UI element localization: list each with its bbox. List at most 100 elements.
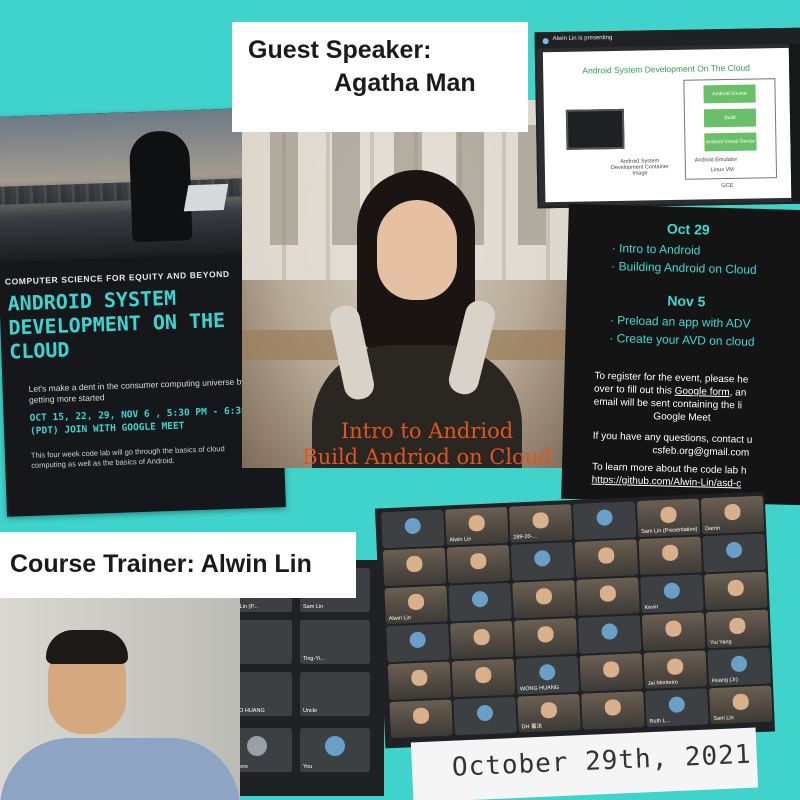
participant-avatar-icon — [409, 631, 427, 649]
participant-avatar-icon — [725, 541, 743, 559]
presenting-bar: Alwin Lin is presenting — [536, 29, 800, 49]
monitor-icon — [565, 108, 625, 150]
nov-item-2: · Create your AVD on cloud — [609, 331, 755, 349]
participant-tile — [704, 571, 768, 611]
participant-avatar-icon — [665, 620, 682, 638]
participant-tile — [450, 620, 514, 660]
trainer-label-text: Course Trainer: Alwin Lin — [10, 550, 312, 578]
topic-caption: Intro to Andriod Build Andriod on Cloud — [262, 418, 592, 470]
register-line-4: Google Meet — [653, 411, 711, 424]
participant-avatar-icon — [473, 628, 490, 646]
oct-heading: Oct 29 — [666, 220, 710, 238]
slide-title: Android System Development On The Cloud — [582, 62, 751, 76]
nov-item-1: · Preload an app with ADV — [609, 313, 751, 331]
participant-avatar-icon — [668, 696, 686, 713]
participant-tile: 289-20-... — [508, 504, 573, 543]
github-link[interactable]: https://github.com/Alwin-Lin/asd-c — [592, 474, 742, 491]
participant-avatar-icon — [597, 547, 615, 564]
participant-tile: Jai Monteiro — [643, 650, 708, 690]
linux-vm-label: Linux VM — [710, 166, 734, 174]
participant-name: Sam Lin (Presentation) — [641, 526, 698, 536]
google-form-link[interactable]: Google form — [674, 386, 729, 398]
build-box: Build — [703, 108, 757, 128]
participant-tile: Ruth L... — [645, 688, 709, 727]
course-trainer-label: Course Trainer: Alwin Lin — [0, 532, 356, 598]
participant-avatar-icon — [471, 590, 489, 608]
avd-image-box: Android Virtual Device Image — [704, 132, 757, 163]
participant-tile: DH 書法 — [517, 693, 581, 733]
participant-avatar-icon — [729, 617, 746, 635]
oct-item-2: · Building Android on Cloud — [611, 259, 757, 277]
participant-avatar-icon — [727, 579, 745, 597]
guest-label-line1: Guest Speaker: — [248, 36, 432, 64]
participant-tile: WONG HUANG — [515, 655, 580, 695]
gce-label: GCE — [721, 182, 734, 190]
presenter-avatar-icon — [542, 38, 549, 45]
participant-avatar-icon — [474, 666, 492, 684]
container-label: Android System Development Container Ima… — [610, 158, 669, 177]
guest-speaker-label: Guest Speaker: Agatha Man — [232, 22, 528, 132]
participant-tile — [641, 612, 706, 652]
participant-avatar-icon — [604, 699, 622, 716]
participant-name: 289-20-... — [513, 533, 538, 541]
participant-tile: You — [300, 728, 370, 772]
event-date: October 29th, 2021 — [451, 739, 753, 783]
participant-tile — [448, 582, 512, 622]
participant-tile — [576, 577, 640, 616]
participant-tile — [382, 547, 447, 587]
contact-email[interactable]: csfeb.org@gmail.com — [652, 444, 749, 460]
guest-label-line2: Agatha Man — [334, 69, 476, 97]
presenting-text: Alwin Lin is presenting — [552, 35, 613, 43]
laptop-icon — [183, 183, 229, 212]
participant-tile — [389, 699, 453, 739]
presentation-screenshot: Alwin Lin is presenting Android System D… — [534, 27, 800, 209]
participant-tile: Yui Yang — [705, 609, 770, 649]
participant-avatar-icon — [538, 663, 556, 681]
participant-name: Alwin Lin — [388, 615, 411, 623]
trainer-video — [0, 578, 240, 800]
participant-name: Jai Monteiro — [647, 679, 678, 687]
participant-name: Alwin Lin — [449, 536, 472, 544]
participant-tile — [638, 536, 703, 576]
participant-avatar-icon — [533, 550, 551, 567]
participant-avatar-icon — [661, 544, 679, 562]
participant-avatar-icon — [599, 585, 617, 602]
participant-tile — [386, 623, 450, 663]
participant-tile: Darrin — [700, 495, 765, 535]
participant-strip — [788, 43, 800, 202]
person-silhouette — [128, 130, 193, 243]
speaker-face — [377, 200, 457, 300]
participant-name: Darrin — [705, 525, 721, 533]
participant-tile — [512, 579, 576, 619]
participant-tile — [446, 544, 511, 584]
participant-name: DH 書法 — [521, 723, 543, 731]
android-source-box: Android Source — [703, 84, 756, 104]
poster-tagline: Let's make a dent in the consumer comput… — [28, 376, 246, 405]
participant-avatar-icon — [535, 587, 553, 605]
participant-avatar-icon — [468, 514, 486, 532]
caption-line2: Build Andriod on Cloud — [302, 445, 552, 469]
oct-item-1: · Intro to Android — [611, 241, 701, 258]
caption-line1: Intro to Andriod — [340, 419, 514, 443]
schedule-panel: Oct 29 · Intro to Android · Building And… — [561, 203, 800, 506]
nov-heading: Nov 5 — [667, 292, 706, 310]
participant-name: Huang (Jr) — [711, 676, 738, 685]
participant-name: Ruth L... — [649, 717, 671, 725]
participant-avatar-icon — [732, 693, 750, 711]
participant-name: Sam Lin — [713, 715, 734, 723]
participant-avatar-icon — [404, 517, 422, 535]
class-meet-grid: Alwin Lin 289-20-... Sam Lin (Presentation… — [374, 491, 776, 749]
participant-name: Yui Yang — [710, 639, 732, 647]
participant-avatar-icon — [602, 661, 620, 678]
participant-avatar-icon — [724, 503, 741, 521]
participant-avatar-icon — [540, 701, 558, 719]
participant-tile: Sam Lin — [709, 685, 773, 725]
poster-title: ANDROID SYSTEM DEVELOPMENT ON THE CLOUD — [7, 285, 226, 364]
poster-dates: OCT 15, 22, 29, NOV 6 , 5:30 PM - 6:30 P… — [29, 404, 265, 437]
participant-tile — [702, 533, 766, 573]
participant-avatar-icon — [411, 669, 428, 687]
participant-avatar-icon — [663, 582, 681, 600]
participant-tile: Huang (Jr) — [707, 647, 771, 687]
participant-tile — [387, 661, 452, 701]
emulator-label: Android Emulator — [694, 156, 738, 164]
